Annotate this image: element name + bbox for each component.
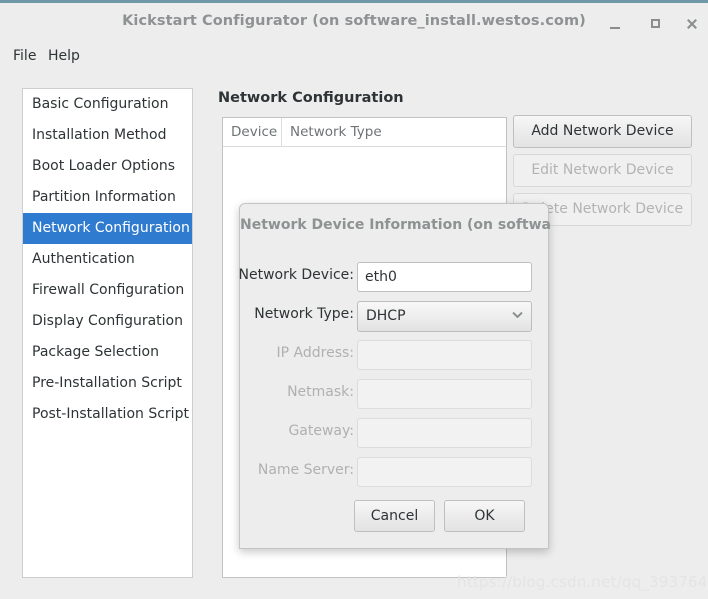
netmask-input: [357, 379, 532, 409]
form-row-network-type: Network Type: DHCP: [240, 301, 550, 332]
window-title: Kickstart Configurator (on software_inst…: [122, 13, 586, 29]
maximize-icon: [650, 19, 660, 28]
label-name-server: Name Server:: [257, 462, 354, 478]
sidebar-item-display-configuration[interactable]: Display Configuration: [23, 306, 192, 337]
label-gateway: Gateway:: [288, 423, 354, 439]
sidebar-item-firewall-configuration[interactable]: Firewall Configuration: [23, 275, 192, 306]
form-row-netmask: Netmask:: [240, 379, 550, 409]
sidebar-item-basic-configuration[interactable]: Basic Configuration: [23, 89, 192, 120]
network-device-information-dialog: Network Device Information (on softwar..…: [238, 203, 550, 549]
network-type-selected-value: DHCP: [366, 308, 406, 324]
add-network-device-button[interactable]: Add Network Device: [513, 115, 692, 148]
menu-item-help[interactable]: Help: [44, 46, 84, 66]
sidebar-item-network-configuration[interactable]: Network Configuration: [23, 213, 192, 244]
gateway-input: [357, 418, 532, 448]
dialog-title: Network Device Information (on softwar..…: [240, 217, 550, 233]
maximize-button[interactable]: [644, 13, 666, 35]
network-type-select[interactable]: DHCP: [357, 301, 532, 332]
sidebar-item-installation-method[interactable]: Installation Method: [23, 120, 192, 151]
sidebar-item-boot-loader-options[interactable]: Boot Loader Options: [23, 151, 192, 182]
sidebar-item-pre-installation-script[interactable]: Pre-Installation Script: [23, 368, 192, 399]
table-header-row: Device Network Type: [223, 118, 506, 147]
sidebar-list[interactable]: Basic Configuration Installation Method Bo…: [22, 88, 193, 578]
minimize-icon: [610, 27, 620, 29]
page-title: Network Configuration: [218, 90, 404, 106]
close-button[interactable]: [681, 13, 703, 35]
ip-address-input: [357, 340, 532, 370]
sidebar-item-partition-information[interactable]: Partition Information: [23, 182, 192, 213]
name-server-input: [357, 457, 532, 487]
close-icon: [686, 18, 698, 30]
form-row-name-server: Name Server:: [240, 457, 550, 487]
column-header-network-type[interactable]: Network Type: [282, 118, 506, 146]
sidebar-item-package-selection[interactable]: Package Selection: [23, 337, 192, 368]
network-device-input[interactable]: [357, 262, 532, 292]
titlebar: Kickstart Configurator (on software_inst…: [0, 3, 708, 42]
form-row-network-device: Network Device:: [238, 262, 550, 292]
ok-button[interactable]: OK: [444, 500, 525, 532]
cancel-button[interactable]: Cancel: [354, 500, 435, 532]
chevron-down-icon: [512, 313, 521, 322]
menu-item-file[interactable]: File: [9, 46, 40, 66]
minimize-button[interactable]: [604, 13, 626, 35]
form-row-ip-address: IP Address:: [240, 340, 550, 370]
label-network-device: Network Device:: [238, 267, 355, 283]
sidebar-item-authentication[interactable]: Authentication: [23, 244, 192, 275]
label-network-type: Network Type:: [254, 306, 354, 322]
form-row-gateway: Gateway:: [240, 418, 550, 448]
menubar: File Help: [0, 42, 708, 70]
column-header-device[interactable]: Device: [223, 118, 282, 146]
kickstart-configurator-window: Kickstart Configurator (on software_inst…: [0, 0, 708, 599]
edit-network-device-button: Edit Network Device: [513, 154, 692, 187]
label-netmask: Netmask:: [287, 384, 354, 400]
sidebar-item-post-installation-script[interactable]: Post-Installation Script: [23, 399, 192, 430]
label-ip-address: IP Address:: [276, 345, 355, 361]
